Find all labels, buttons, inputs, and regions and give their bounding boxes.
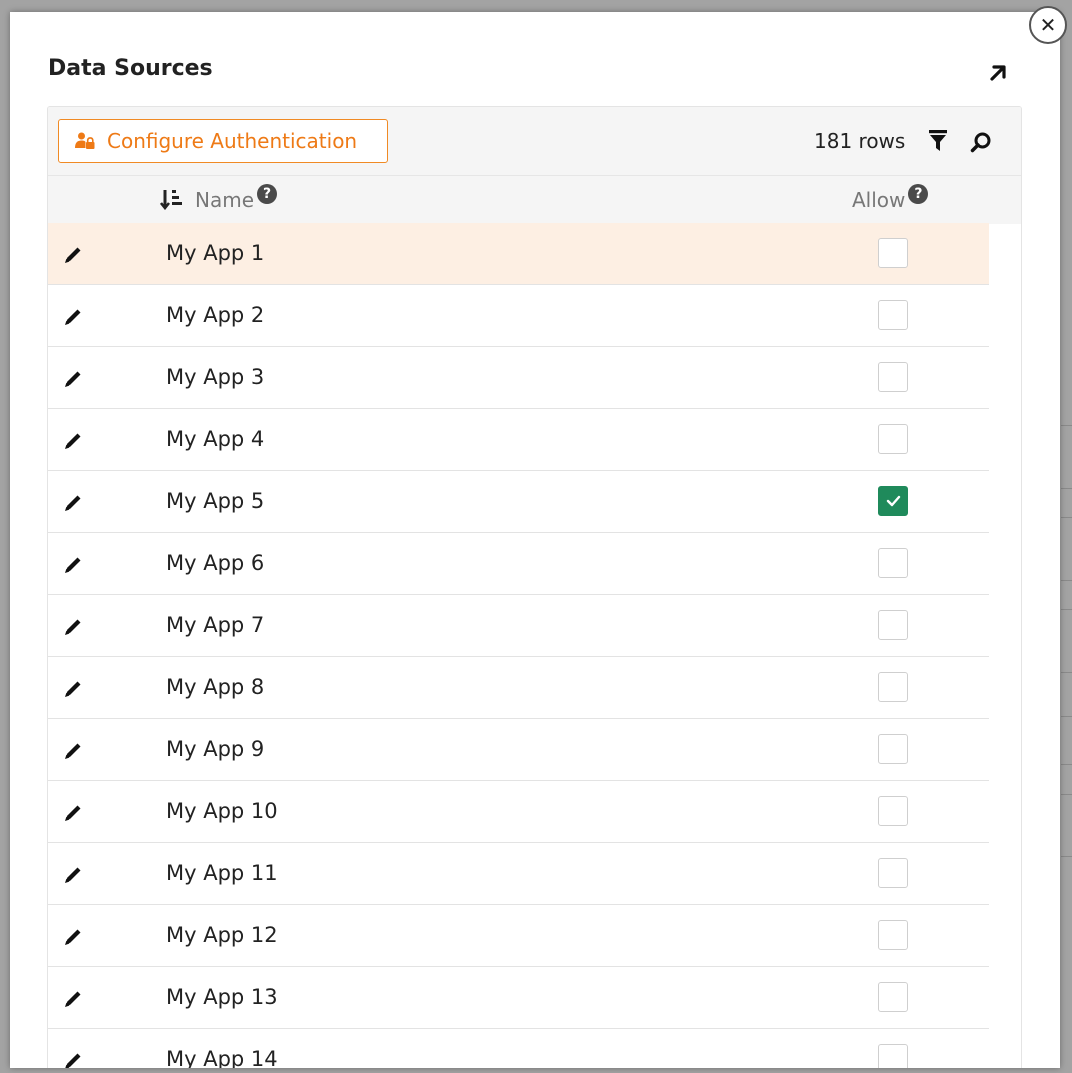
table-row[interactable]: My App 11 [48, 843, 989, 905]
allow-checkbox[interactable] [878, 796, 908, 826]
pencil-icon[interactable] [61, 677, 85, 701]
table-row[interactable]: My App 4 [48, 409, 989, 471]
filter-icon[interactable] [928, 129, 948, 153]
allow-checkbox[interactable] [878, 672, 908, 702]
allow-checkbox[interactable] [878, 1044, 908, 1068]
pencil-icon[interactable] [61, 305, 85, 329]
allow-checkbox[interactable] [878, 362, 908, 392]
allow-checkbox[interactable] [878, 920, 908, 950]
check-icon [886, 495, 901, 507]
pencil-icon[interactable] [61, 491, 85, 515]
data-sources-table-panel: Configure Authentication 181 rows Name ?… [47, 106, 1022, 1068]
row-name: My App 10 [166, 799, 278, 823]
table-body: My App 1 My App 2 My App 3 My App 4 My App 5… [48, 223, 989, 1068]
table-row[interactable]: My App 13 [48, 967, 989, 1029]
row-name: My App 9 [166, 737, 265, 761]
pencil-icon[interactable] [61, 429, 85, 453]
arrow-up-right-icon[interactable] [985, 60, 1011, 86]
pencil-icon[interactable] [61, 367, 85, 391]
pencil-icon[interactable] [61, 987, 85, 1011]
table-row[interactable]: My App 14 [48, 1029, 989, 1068]
name-column-label: Name [195, 188, 255, 212]
allow-checkbox[interactable] [878, 610, 908, 640]
row-name: My App 13 [166, 985, 278, 1009]
row-name: My App 6 [166, 551, 265, 575]
pencil-icon[interactable] [61, 801, 85, 825]
close-icon: ✕ [1039, 13, 1057, 37]
row-name: My App 12 [166, 923, 278, 947]
background-page-edge [1061, 0, 1072, 1073]
table-row[interactable]: My App 3 [48, 347, 989, 409]
question-circle-icon[interactable]: ? [908, 184, 929, 204]
pencil-icon[interactable] [61, 863, 85, 887]
sort-descending-icon[interactable] [160, 188, 184, 210]
allow-checkbox[interactable] [878, 238, 908, 268]
allow-checkbox[interactable] [878, 858, 908, 888]
row-name: My App 2 [166, 303, 265, 327]
allow-checkbox[interactable] [878, 424, 908, 454]
allow-checkbox[interactable] [878, 548, 908, 578]
row-name: My App 5 [166, 489, 265, 513]
table-toolbar: Configure Authentication 181 rows [48, 107, 1021, 175]
row-name: My App 7 [166, 613, 265, 637]
row-name: My App 4 [166, 427, 265, 451]
user-lock-icon [75, 132, 95, 149]
pencil-icon[interactable] [61, 243, 85, 267]
allow-column-label: Allow [852, 188, 906, 212]
table-header: Name? Allow? [48, 175, 1021, 224]
close-button[interactable]: ✕ [1029, 6, 1067, 44]
row-name: My App 1 [166, 241, 265, 265]
allow-checkbox[interactable] [878, 982, 908, 1012]
table-row[interactable]: My App 1 [48, 223, 989, 285]
table-row[interactable]: My App 10 [48, 781, 989, 843]
configure-authentication-button[interactable]: Configure Authentication [58, 119, 388, 163]
data-sources-modal: Data Sources Configure Authentication 18… [10, 12, 1060, 1068]
table-row[interactable]: My App 2 [48, 285, 989, 347]
name-column-header[interactable]: Name? [195, 184, 278, 212]
allow-column-header: Allow? [852, 184, 929, 212]
modal-title: Data Sources [48, 56, 213, 81]
search-icon[interactable] [970, 131, 992, 153]
allow-checkbox[interactable] [878, 734, 908, 764]
table-row[interactable]: My App 8 [48, 657, 989, 719]
configure-authentication-label: Configure Authentication [107, 129, 358, 153]
row-name: My App 11 [166, 861, 278, 885]
table-row[interactable]: My App 12 [48, 905, 989, 967]
row-name: My App 8 [166, 675, 265, 699]
row-name: My App 3 [166, 365, 265, 389]
pencil-icon[interactable] [61, 925, 85, 949]
table-row[interactable]: My App 7 [48, 595, 989, 657]
row-count: 181 rows [814, 129, 906, 153]
pencil-icon[interactable] [61, 615, 85, 639]
allow-checkbox[interactable] [878, 486, 908, 516]
allow-checkbox[interactable] [878, 300, 908, 330]
question-circle-icon[interactable]: ? [257, 184, 278, 204]
table-row[interactable]: My App 5 [48, 471, 989, 533]
pencil-icon[interactable] [61, 553, 85, 577]
pencil-icon[interactable] [61, 1049, 85, 1068]
table-row[interactable]: My App 6 [48, 533, 989, 595]
table-row[interactable]: My App 9 [48, 719, 989, 781]
row-name: My App 14 [166, 1047, 278, 1068]
pencil-icon[interactable] [61, 739, 85, 763]
